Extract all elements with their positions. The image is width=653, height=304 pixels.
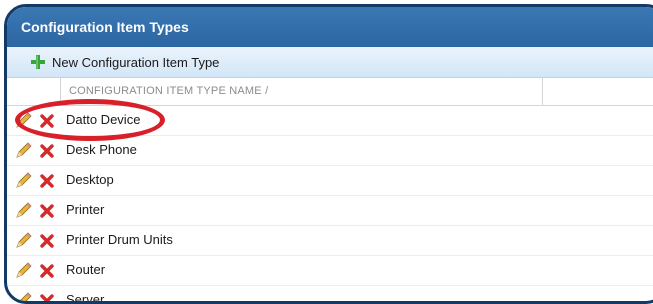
new-configuration-item-type-button[interactable]: New Configuration Item Type bbox=[30, 54, 219, 70]
panel-title: Configuration Item Types bbox=[7, 7, 653, 47]
delete-icon[interactable] bbox=[40, 263, 54, 278]
pencil-icon[interactable] bbox=[15, 142, 32, 159]
pencil-icon[interactable] bbox=[15, 262, 32, 279]
table-row: Printer bbox=[7, 196, 653, 226]
configuration-item-types-panel: Configuration Item Types New Configurati… bbox=[4, 4, 653, 304]
item-type-name: Printer bbox=[66, 202, 105, 217]
item-type-name: Printer Drum Units bbox=[66, 232, 173, 247]
table-row: Printer Drum Units bbox=[7, 226, 653, 256]
pencil-icon[interactable] bbox=[15, 112, 32, 129]
table-row: Datto Device bbox=[7, 106, 653, 136]
column-separator bbox=[542, 78, 543, 105]
delete-icon[interactable] bbox=[40, 233, 54, 248]
table-body: Datto Device Desk Phone Desktop Printer … bbox=[7, 106, 653, 304]
pencil-icon[interactable] bbox=[15, 202, 32, 219]
column-separator bbox=[60, 78, 61, 105]
toolbar: New Configuration Item Type bbox=[7, 47, 653, 78]
table-header: CONFIGURATION ITEM TYPE NAME / bbox=[7, 78, 653, 106]
table-row: Desktop bbox=[7, 166, 653, 196]
delete-icon[interactable] bbox=[40, 203, 54, 218]
item-type-name: Desktop bbox=[66, 172, 114, 187]
delete-icon[interactable] bbox=[40, 173, 54, 188]
item-type-name: Desk Phone bbox=[66, 142, 137, 157]
delete-icon[interactable] bbox=[40, 143, 54, 158]
plus-icon bbox=[30, 54, 46, 70]
item-type-name: Datto Device bbox=[66, 112, 141, 127]
delete-icon[interactable] bbox=[40, 293, 54, 301]
new-button-label: New Configuration Item Type bbox=[52, 54, 220, 70]
column-header-name[interactable]: CONFIGURATION ITEM TYPE NAME / bbox=[69, 85, 268, 97]
table-row: Desk Phone bbox=[7, 136, 653, 166]
table-row: Server bbox=[7, 286, 653, 304]
pencil-icon[interactable] bbox=[15, 172, 32, 189]
item-type-name: Server bbox=[66, 292, 105, 304]
pencil-icon[interactable] bbox=[15, 292, 32, 301]
item-type-name: Router bbox=[66, 262, 106, 277]
pencil-icon[interactable] bbox=[15, 232, 32, 249]
table-row: Router bbox=[7, 256, 653, 286]
delete-icon[interactable] bbox=[40, 113, 54, 128]
